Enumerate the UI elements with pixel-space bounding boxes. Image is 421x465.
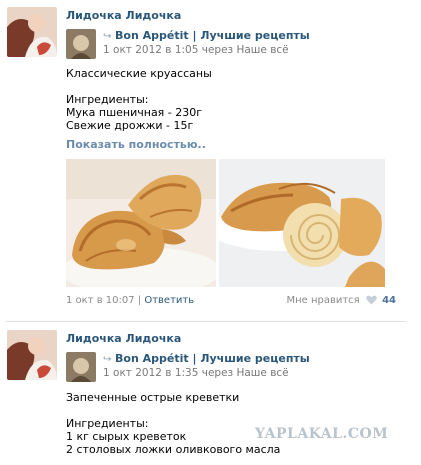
repost-arrow-icon: ↪ bbox=[103, 31, 112, 42]
repost-group-line: ↪ Bon Appétit | Лучшие рецепты bbox=[103, 29, 310, 42]
like-label: Мне нравится bbox=[286, 295, 360, 306]
like-button[interactable]: Мне нравится 44 bbox=[286, 295, 396, 306]
footer-separator: | bbox=[137, 295, 142, 306]
repost-group-line: ↪ Bon Appétit | Лучшие рецепты bbox=[103, 352, 310, 365]
group-tagline-link[interactable]: Лучшие рецепты bbox=[200, 29, 309, 42]
group-avatar[interactable] bbox=[66, 29, 96, 59]
group-name-link[interactable]: Bon Appétit bbox=[115, 352, 189, 365]
repost-meta: 1 окт 2012 в 1:35 через Наше всё bbox=[103, 367, 289, 379]
group-avatar[interactable] bbox=[66, 352, 96, 382]
author-avatar[interactable] bbox=[7, 7, 57, 57]
post-author-name[interactable]: Лидочка Лидочка bbox=[66, 332, 181, 345]
group-name-link[interactable]: Bon Appétit bbox=[115, 29, 189, 42]
post-text: Классические круассаны Ингредиенты: Мука… bbox=[66, 67, 212, 132]
post-date-link[interactable]: 1 окт в 10:07 bbox=[66, 295, 135, 306]
post-author-name[interactable]: Лидочка Лидочка bbox=[66, 9, 181, 22]
show-more-link[interactable]: Показать полностью.. bbox=[66, 138, 206, 151]
group-separator: | bbox=[192, 352, 197, 365]
repost-via: через Наше всё bbox=[201, 44, 289, 56]
repost-via: через Наше всё bbox=[201, 367, 289, 379]
group-separator: | bbox=[192, 29, 197, 42]
wall-post: Лидочка Лидочка ↪ Bon Appétit | Лучшие ре… bbox=[0, 322, 421, 465]
repost-source: ↪ Bon Appétit | Лучшие рецепты 1 окт 2012… bbox=[66, 352, 406, 384]
site-watermark: YAPLAKAL.COM bbox=[255, 426, 389, 442]
heart-icon bbox=[366, 295, 377, 305]
like-count: 44 bbox=[382, 295, 396, 306]
repost-source: ↪ Bon Appétit | Лучшие рецепты 1 окт 2012… bbox=[66, 29, 406, 61]
post-photo-croissants-2[interactable] bbox=[219, 159, 385, 287]
group-tagline-link[interactable]: Лучшие рецепты bbox=[200, 352, 309, 365]
author-avatar[interactable] bbox=[7, 330, 57, 380]
post-footer: 1 окт в 10:07 | Ответить Мне нравится 44 bbox=[66, 295, 396, 309]
repost-date[interactable]: 1 окт 2012 в 1:05 bbox=[103, 44, 198, 56]
post-text: Запеченные острые креветки Ингредиенты: … bbox=[66, 391, 281, 456]
wall-post: Лидочка Лидочка ↪ Bon Appétit | Лучшие ре… bbox=[0, 0, 421, 320]
reply-link[interactable]: Ответить bbox=[144, 295, 194, 306]
post-photo-croissants-1[interactable] bbox=[66, 159, 216, 287]
repost-arrow-icon: ↪ bbox=[103, 354, 112, 365]
repost-date[interactable]: 1 окт 2012 в 1:35 bbox=[103, 367, 198, 379]
repost-meta: 1 окт 2012 в 1:05 через Наше всё bbox=[103, 44, 289, 56]
